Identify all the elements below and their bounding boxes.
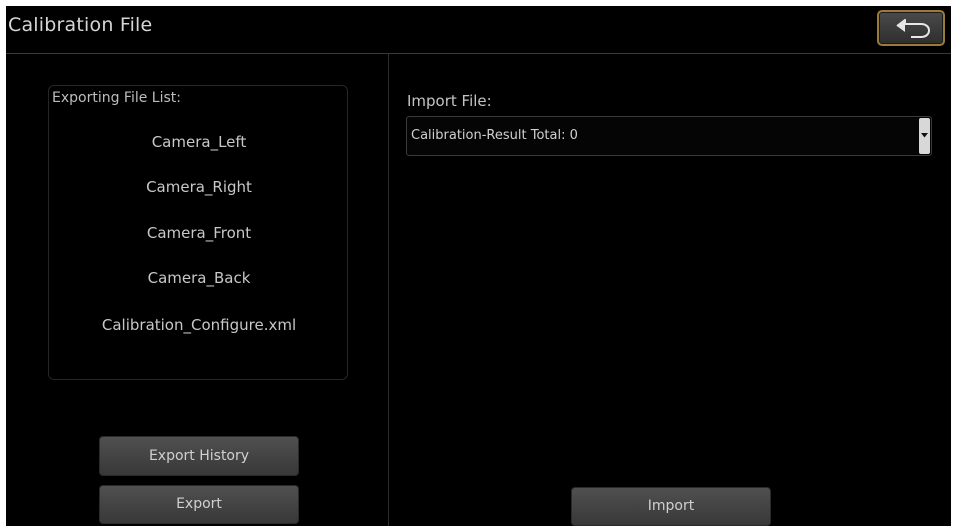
import-file-label: Import File:	[407, 92, 492, 110]
back-arrow-icon	[896, 19, 931, 38]
pane-divider	[388, 54, 389, 526]
export-button[interactable]: Export	[99, 485, 299, 524]
export-file-item: Camera_Right	[146, 178, 252, 196]
calibration-file-screen: Calibration File Exporting File List: Ca…	[6, 6, 951, 526]
import-file-select[interactable]: Calibration-Result Total: 0	[406, 116, 932, 156]
import-select-value: Calibration-Result Total: 0	[411, 128, 578, 143]
export-file-item: Calibration_Configure.xml	[101, 316, 297, 334]
dropdown-arrow-icon	[921, 133, 928, 138]
import-button[interactable]: Import	[571, 487, 771, 526]
export-file-item: Camera_Front	[146, 224, 252, 242]
dropdown-button[interactable]	[919, 118, 930, 154]
back-button[interactable]	[877, 10, 945, 46]
export-history-button[interactable]: Export History	[99, 436, 299, 476]
export-file-item: Camera_Back	[147, 269, 251, 287]
header-bar: Calibration File	[6, 6, 951, 54]
export-list-title: Exporting File List:	[52, 90, 181, 106]
export-file-list: Exporting File List: Camera_Left Camera_…	[48, 85, 348, 380]
export-file-item: Camera_Left	[151, 133, 247, 151]
page-title: Calibration File	[8, 14, 153, 36]
